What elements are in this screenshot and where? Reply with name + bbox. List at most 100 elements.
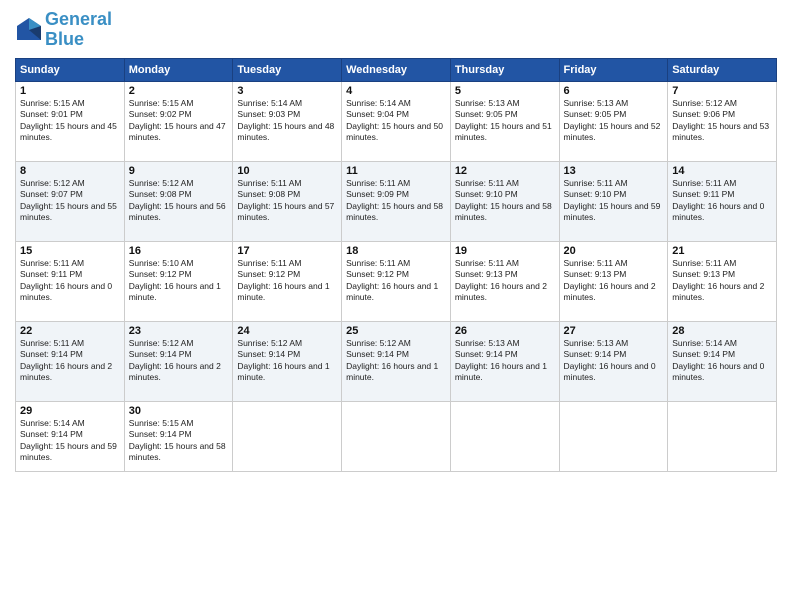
table-row: 30 Sunrise: 5:15 AM Sunset: 9:14 PM Dayl… xyxy=(124,401,233,471)
col-thursday: Thursday xyxy=(450,58,559,81)
day-info: Sunrise: 5:13 AM Sunset: 9:05 PM Dayligh… xyxy=(455,98,555,144)
day-info: Sunrise: 5:14 AM Sunset: 9:03 PM Dayligh… xyxy=(237,98,337,144)
day-info: Sunrise: 5:15 AM Sunset: 9:02 PM Dayligh… xyxy=(129,98,229,144)
day-info: Sunrise: 5:12 AM Sunset: 9:06 PM Dayligh… xyxy=(672,98,772,144)
day-number: 10 xyxy=(237,165,337,177)
table-row: 29 Sunrise: 5:14 AM Sunset: 9:14 PM Dayl… xyxy=(16,401,125,471)
table-row: 2 Sunrise: 5:15 AM Sunset: 9:02 PM Dayli… xyxy=(124,81,233,161)
day-number: 27 xyxy=(564,325,664,337)
calendar-header-row: Sunday Monday Tuesday Wednesday Thursday… xyxy=(16,58,777,81)
table-row xyxy=(668,401,777,471)
day-info: Sunrise: 5:12 AM Sunset: 9:07 PM Dayligh… xyxy=(20,178,120,224)
day-number: 18 xyxy=(346,245,446,257)
day-number: 23 xyxy=(129,325,229,337)
table-row: 1 Sunrise: 5:15 AM Sunset: 9:01 PM Dayli… xyxy=(16,81,125,161)
day-info: Sunrise: 5:11 AM Sunset: 9:12 PM Dayligh… xyxy=(346,258,446,304)
day-info: Sunrise: 5:11 AM Sunset: 9:10 PM Dayligh… xyxy=(564,178,664,224)
day-info: Sunrise: 5:12 AM Sunset: 9:14 PM Dayligh… xyxy=(129,338,229,384)
col-saturday: Saturday xyxy=(668,58,777,81)
table-row: 27 Sunrise: 5:13 AM Sunset: 9:14 PM Dayl… xyxy=(559,321,668,401)
table-row xyxy=(342,401,451,471)
col-wednesday: Wednesday xyxy=(342,58,451,81)
day-info: Sunrise: 5:10 AM Sunset: 9:12 PM Dayligh… xyxy=(129,258,229,304)
day-info: Sunrise: 5:11 AM Sunset: 9:09 PM Dayligh… xyxy=(346,178,446,224)
day-number: 25 xyxy=(346,325,446,337)
day-number: 3 xyxy=(237,85,337,97)
col-friday: Friday xyxy=(559,58,668,81)
day-number: 12 xyxy=(455,165,555,177)
calendar-table: Sunday Monday Tuesday Wednesday Thursday… xyxy=(15,58,777,472)
day-info: Sunrise: 5:11 AM Sunset: 9:14 PM Dayligh… xyxy=(20,338,120,384)
calendar-week-row: 8 Sunrise: 5:12 AM Sunset: 9:07 PM Dayli… xyxy=(16,161,777,241)
day-number: 19 xyxy=(455,245,555,257)
day-info: Sunrise: 5:12 AM Sunset: 9:14 PM Dayligh… xyxy=(346,338,446,384)
day-number: 5 xyxy=(455,85,555,97)
table-row: 25 Sunrise: 5:12 AM Sunset: 9:14 PM Dayl… xyxy=(342,321,451,401)
table-row: 26 Sunrise: 5:13 AM Sunset: 9:14 PM Dayl… xyxy=(450,321,559,401)
table-row: 21 Sunrise: 5:11 AM Sunset: 9:13 PM Dayl… xyxy=(668,241,777,321)
day-info: Sunrise: 5:11 AM Sunset: 9:13 PM Dayligh… xyxy=(564,258,664,304)
table-row: 11 Sunrise: 5:11 AM Sunset: 9:09 PM Dayl… xyxy=(342,161,451,241)
calendar-week-row: 1 Sunrise: 5:15 AM Sunset: 9:01 PM Dayli… xyxy=(16,81,777,161)
logo: General Blue xyxy=(15,10,112,50)
table-row: 6 Sunrise: 5:13 AM Sunset: 9:05 PM Dayli… xyxy=(559,81,668,161)
day-info: Sunrise: 5:11 AM Sunset: 9:10 PM Dayligh… xyxy=(455,178,555,224)
logo-text: General Blue xyxy=(45,10,112,50)
day-number: 8 xyxy=(20,165,120,177)
day-info: Sunrise: 5:11 AM Sunset: 9:11 PM Dayligh… xyxy=(672,178,772,224)
table-row: 10 Sunrise: 5:11 AM Sunset: 9:08 PM Dayl… xyxy=(233,161,342,241)
table-row: 5 Sunrise: 5:13 AM Sunset: 9:05 PM Dayli… xyxy=(450,81,559,161)
table-row: 13 Sunrise: 5:11 AM Sunset: 9:10 PM Dayl… xyxy=(559,161,668,241)
day-number: 24 xyxy=(237,325,337,337)
day-number: 29 xyxy=(20,405,120,417)
day-number: 17 xyxy=(237,245,337,257)
table-row xyxy=(450,401,559,471)
day-number: 2 xyxy=(129,85,229,97)
day-info: Sunrise: 5:11 AM Sunset: 9:12 PM Dayligh… xyxy=(237,258,337,304)
calendar-week-row: 29 Sunrise: 5:14 AM Sunset: 9:14 PM Dayl… xyxy=(16,401,777,471)
table-row: 16 Sunrise: 5:10 AM Sunset: 9:12 PM Dayl… xyxy=(124,241,233,321)
day-number: 26 xyxy=(455,325,555,337)
day-number: 15 xyxy=(20,245,120,257)
table-row: 7 Sunrise: 5:12 AM Sunset: 9:06 PM Dayli… xyxy=(668,81,777,161)
table-row: 24 Sunrise: 5:12 AM Sunset: 9:14 PM Dayl… xyxy=(233,321,342,401)
col-sunday: Sunday xyxy=(16,58,125,81)
day-info: Sunrise: 5:12 AM Sunset: 9:14 PM Dayligh… xyxy=(237,338,337,384)
day-info: Sunrise: 5:11 AM Sunset: 9:13 PM Dayligh… xyxy=(672,258,772,304)
table-row: 14 Sunrise: 5:11 AM Sunset: 9:11 PM Dayl… xyxy=(668,161,777,241)
day-info: Sunrise: 5:11 AM Sunset: 9:08 PM Dayligh… xyxy=(237,178,337,224)
table-row: 28 Sunrise: 5:14 AM Sunset: 9:14 PM Dayl… xyxy=(668,321,777,401)
day-info: Sunrise: 5:11 AM Sunset: 9:13 PM Dayligh… xyxy=(455,258,555,304)
day-number: 11 xyxy=(346,165,446,177)
day-info: Sunrise: 5:15 AM Sunset: 9:14 PM Dayligh… xyxy=(129,418,229,464)
day-number: 13 xyxy=(564,165,664,177)
day-info: Sunrise: 5:13 AM Sunset: 9:05 PM Dayligh… xyxy=(564,98,664,144)
day-number: 6 xyxy=(564,85,664,97)
calendar-week-row: 22 Sunrise: 5:11 AM Sunset: 9:14 PM Dayl… xyxy=(16,321,777,401)
day-number: 9 xyxy=(129,165,229,177)
table-row: 19 Sunrise: 5:11 AM Sunset: 9:13 PM Dayl… xyxy=(450,241,559,321)
table-row: 20 Sunrise: 5:11 AM Sunset: 9:13 PM Dayl… xyxy=(559,241,668,321)
table-row: 15 Sunrise: 5:11 AM Sunset: 9:11 PM Dayl… xyxy=(16,241,125,321)
day-info: Sunrise: 5:12 AM Sunset: 9:08 PM Dayligh… xyxy=(129,178,229,224)
day-number: 22 xyxy=(20,325,120,337)
day-info: Sunrise: 5:14 AM Sunset: 9:14 PM Dayligh… xyxy=(20,418,120,464)
day-number: 7 xyxy=(672,85,772,97)
table-row: 8 Sunrise: 5:12 AM Sunset: 9:07 PM Dayli… xyxy=(16,161,125,241)
day-info: Sunrise: 5:13 AM Sunset: 9:14 PM Dayligh… xyxy=(564,338,664,384)
col-tuesday: Tuesday xyxy=(233,58,342,81)
day-number: 4 xyxy=(346,85,446,97)
table-row xyxy=(559,401,668,471)
table-row: 22 Sunrise: 5:11 AM Sunset: 9:14 PM Dayl… xyxy=(16,321,125,401)
table-row: 4 Sunrise: 5:14 AM Sunset: 9:04 PM Dayli… xyxy=(342,81,451,161)
table-row xyxy=(233,401,342,471)
table-row: 23 Sunrise: 5:12 AM Sunset: 9:14 PM Dayl… xyxy=(124,321,233,401)
day-number: 1 xyxy=(20,85,120,97)
table-row: 17 Sunrise: 5:11 AM Sunset: 9:12 PM Dayl… xyxy=(233,241,342,321)
table-row: 9 Sunrise: 5:12 AM Sunset: 9:08 PM Dayli… xyxy=(124,161,233,241)
day-number: 16 xyxy=(129,245,229,257)
col-monday: Monday xyxy=(124,58,233,81)
day-number: 14 xyxy=(672,165,772,177)
page: General Blue Sunday Monday Tuesday Wedne… xyxy=(0,0,792,612)
table-row: 3 Sunrise: 5:14 AM Sunset: 9:03 PM Dayli… xyxy=(233,81,342,161)
